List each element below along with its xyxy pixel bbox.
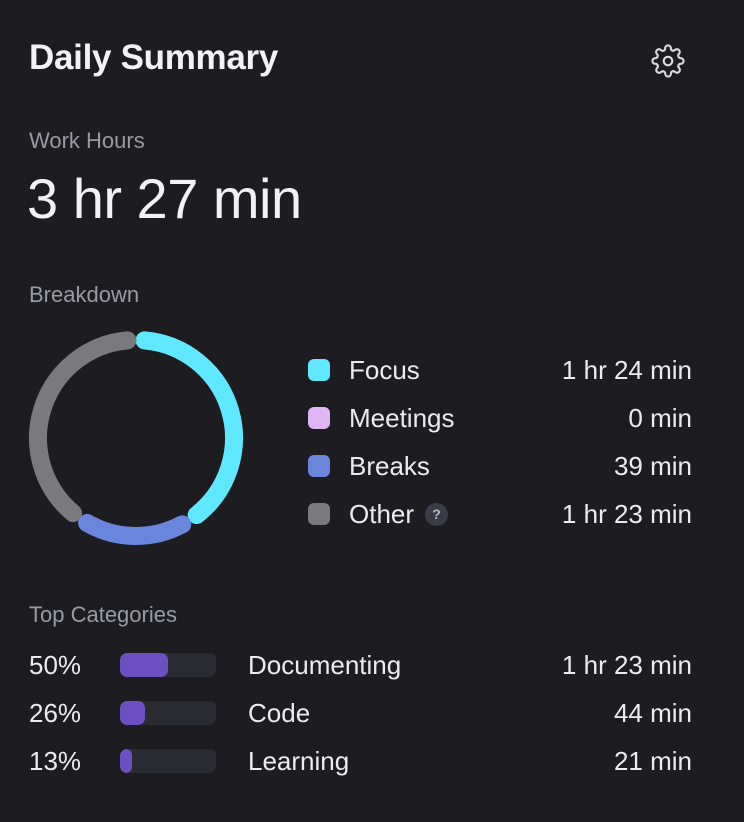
category-percent: 13% — [29, 745, 82, 776]
help-icon[interactable]: ? — [425, 502, 449, 526]
legend-item-focus: Focus 1 hr 24 min — [308, 346, 692, 394]
category-duration: 1 hr 23 min — [561, 649, 692, 680]
category-percent: 50% — [29, 649, 82, 680]
legend-item-meetings: Meetings 0 min — [308, 394, 692, 442]
category-name: Code — [248, 697, 311, 728]
category-name: Documenting — [248, 649, 402, 680]
meetings-swatch — [308, 407, 330, 429]
category-progress-fill — [120, 701, 145, 725]
donut-segment-other — [29, 331, 137, 523]
category-progress-fill — [120, 749, 133, 773]
category-row-documenting: 50% Documenting 1 hr 23 min — [29, 641, 692, 689]
other-swatch — [308, 503, 330, 525]
legend-item-breaks: Breaks 39 min — [308, 442, 692, 490]
category-duration: 21 min — [613, 745, 692, 776]
breakdown-label: Breakdown — [29, 282, 140, 307]
category-progress-track — [120, 653, 216, 677]
category-progress-track — [120, 749, 216, 773]
legend-label: Breaks — [349, 450, 430, 481]
focus-swatch — [308, 359, 330, 381]
legend-label: Meetings — [349, 402, 455, 433]
legend-value: 1 hr 24 min — [561, 354, 692, 385]
legend-label: Focus — [349, 354, 420, 385]
top-categories-label: Top Categories — [29, 602, 177, 627]
settings-button[interactable] — [650, 43, 686, 79]
category-row-learning: 13% Learning 21 min — [29, 737, 692, 785]
top-categories-list: 50% Documenting 1 hr 23 min 26% Code 44 … — [29, 641, 692, 785]
gear-icon — [651, 44, 685, 78]
legend-label: Other — [349, 498, 415, 529]
breaks-swatch — [308, 455, 330, 477]
category-progress-fill — [120, 653, 168, 677]
breakdown-legend: Focus 1 hr 24 min Meetings 0 min Breaks … — [308, 346, 692, 538]
donut-segment-focus — [135, 331, 243, 525]
donut-segment-breaks — [78, 513, 192, 545]
breakdown-donut-chart — [29, 331, 243, 545]
legend-value: 1 hr 23 min — [561, 498, 692, 529]
daily-summary-card: Daily Summary Work Hours 3 hr 27 min Bre… — [0, 0, 744, 822]
category-name: Learning — [248, 745, 350, 776]
work-hours-value: 3 hr 27 min — [27, 167, 302, 230]
page-title: Daily Summary — [29, 38, 278, 77]
legend-value: 39 min — [613, 450, 692, 481]
category-row-code: 26% Code 44 min — [29, 689, 692, 737]
legend-item-other: Other ? 1 hr 23 min — [308, 490, 692, 538]
category-progress-track — [120, 701, 216, 725]
category-duration: 44 min — [613, 697, 692, 728]
legend-value: 0 min — [628, 402, 692, 433]
work-hours-label: Work Hours — [29, 128, 145, 153]
category-percent: 26% — [29, 697, 82, 728]
